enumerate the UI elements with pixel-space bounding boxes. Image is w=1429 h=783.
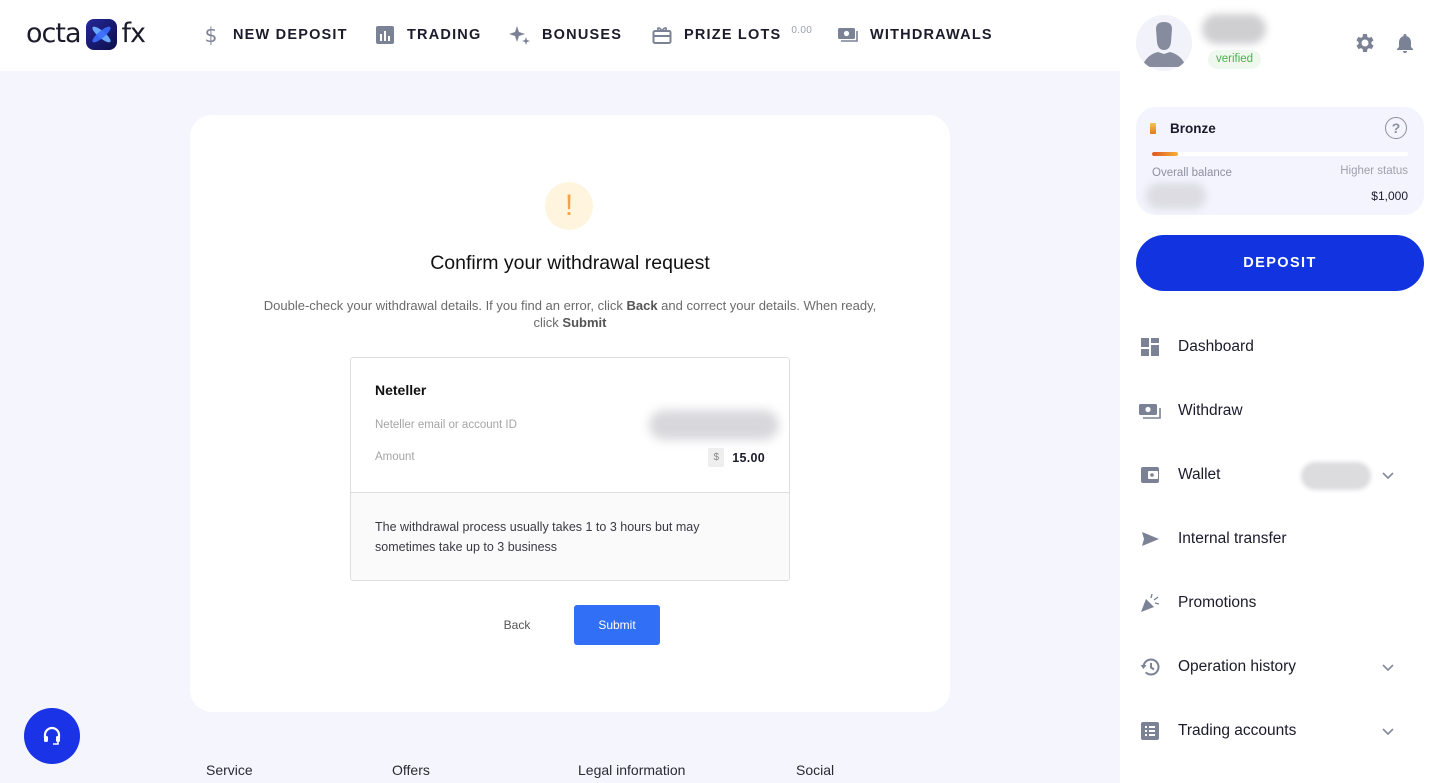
details-summary: Neteller Neteller email or account ID Am… — [351, 358, 789, 493]
party-popper-icon — [1136, 589, 1164, 617]
gift-icon — [651, 24, 673, 46]
status-progress-fill — [1152, 152, 1178, 156]
sidebar-item-dashboard[interactable]: Dashboard — [1136, 327, 1424, 367]
amount-value: 15.00 — [732, 450, 765, 465]
top-bar: octa fx $ NEW DEPOSIT TRADING BONUSES PR… — [0, 0, 1120, 71]
sidebar-item-label: Trading accounts — [1178, 722, 1297, 739]
username-redacted — [1202, 14, 1266, 44]
nav-label: WITHDRAWALS — [870, 27, 993, 43]
nav-label: NEW DEPOSIT — [233, 27, 348, 43]
sparkle-icon — [509, 24, 531, 46]
amount: $ 15.00 — [708, 448, 765, 467]
sidebar-item-label: Withdraw — [1178, 402, 1243, 419]
settings-gear-icon[interactable] — [1352, 31, 1376, 55]
loyalty-status-card: Bronze ? Overall balance Higher status $… — [1136, 107, 1424, 215]
nav-trading[interactable]: TRADING — [374, 22, 481, 48]
processing-note-box: The withdrawal process usually takes 1 t… — [351, 493, 789, 580]
sidebar-item-internal-transfer[interactable]: Internal transfer — [1136, 519, 1424, 559]
sidebar-item-trading-accounts[interactable]: Trading accounts — [1136, 711, 1424, 751]
nav-withdrawals[interactable]: WITHDRAWALS — [837, 22, 993, 48]
sidebar-item-withdraw[interactable]: Withdraw — [1136, 391, 1424, 431]
send-icon — [1136, 525, 1164, 553]
withdrawal-confirm-card: ! Confirm your withdrawal request Double… — [190, 115, 950, 712]
cash-icon — [837, 24, 859, 46]
footer-service: Service — [206, 762, 253, 778]
higher-status-label: Higher status — [1340, 165, 1408, 177]
sidebar-item-wallet[interactable]: Wallet — [1136, 455, 1424, 495]
support-chat-button[interactable] — [24, 708, 80, 764]
deposit-button[interactable]: DEPOSIT — [1136, 235, 1424, 291]
svg-text:$: $ — [205, 24, 218, 46]
dollar-icon: $ — [200, 24, 222, 46]
higher-status-value: $1,000 — [1371, 189, 1408, 203]
logo-text-left: octa — [26, 18, 81, 49]
nav-label: TRADING — [407, 27, 482, 43]
dialog-title: Confirm your withdrawal request — [430, 252, 710, 274]
account-label: Neteller email or account ID — [375, 419, 517, 431]
sidebar-item-label: Wallet — [1178, 466, 1221, 483]
status-tier: Bronze — [1170, 121, 1216, 136]
list-icon — [1136, 717, 1164, 745]
prize-lots-balance: 0.00 — [791, 24, 813, 36]
notifications-bell-icon[interactable] — [1393, 31, 1417, 55]
right-sidebar: verified Bronze ? Overall balance Higher… — [1120, 0, 1429, 783]
submit-button[interactable]: Submit — [574, 605, 660, 645]
payment-method: Neteller — [375, 382, 427, 398]
chevron-down-icon[interactable] — [1378, 657, 1398, 677]
nav-label: PRIZE LOTS — [684, 27, 782, 43]
help-question-icon[interactable]: ? — [1385, 117, 1407, 139]
back-button[interactable]: Back — [490, 605, 544, 645]
chevron-down-icon[interactable] — [1378, 721, 1398, 741]
verified-badge: verified — [1208, 50, 1262, 69]
account-value-redacted — [649, 410, 779, 440]
sidebar-item-label: Promotions — [1178, 594, 1257, 611]
amount-label: Amount — [375, 451, 415, 463]
chart-icon — [374, 24, 396, 46]
user-silhouette-icon — [1142, 22, 1186, 67]
bronze-tier-icon — [1150, 123, 1156, 134]
history-icon — [1136, 653, 1164, 681]
sidebar-item-label: Internal transfer — [1178, 530, 1287, 547]
dialog-description: Double-check your withdrawal details. If… — [263, 298, 877, 330]
wallet-icon — [1136, 461, 1164, 489]
withdrawal-details: Neteller Neteller email or account ID Am… — [350, 357, 790, 581]
sidebar-item-label: Operation history — [1178, 658, 1297, 675]
processing-note: The withdrawal process usually takes 1 t… — [375, 520, 700, 554]
chevron-down-icon[interactable] — [1378, 465, 1398, 485]
nav-prize-lots[interactable]: PRIZE LOTS 0.00 — [651, 22, 812, 48]
wallet-balance-redacted — [1301, 462, 1371, 490]
sidebar-item-operation-history[interactable]: Operation history — [1136, 647, 1424, 687]
sidebar-item-label: Dashboard — [1178, 338, 1254, 355]
logo-text-right: fx — [121, 18, 147, 49]
footer-social: Social — [796, 762, 835, 778]
footer-offers: Offers — [392, 762, 430, 778]
nav-label: BONUSES — [542, 27, 623, 43]
logo-mark-icon — [85, 18, 117, 50]
currency-badge: $ — [708, 448, 725, 467]
dashboard-icon — [1136, 333, 1164, 361]
warning-icon: ! — [545, 182, 593, 230]
nav-new-deposit[interactable]: $ NEW DEPOSIT — [200, 22, 348, 48]
withdraw-icon — [1136, 397, 1164, 425]
overall-balance-redacted — [1146, 183, 1206, 209]
footer-legal: Legal information — [578, 762, 686, 778]
sidebar-item-promotions[interactable]: Promotions — [1136, 583, 1424, 623]
overall-balance-label: Overall balance — [1152, 167, 1232, 179]
headset-icon — [43, 726, 61, 745]
nav-bonuses[interactable]: BONUSES — [509, 22, 622, 48]
octafx-logo[interactable]: octa fx — [26, 17, 147, 51]
avatar[interactable] — [1136, 15, 1192, 71]
status-progress-bar — [1152, 152, 1408, 156]
